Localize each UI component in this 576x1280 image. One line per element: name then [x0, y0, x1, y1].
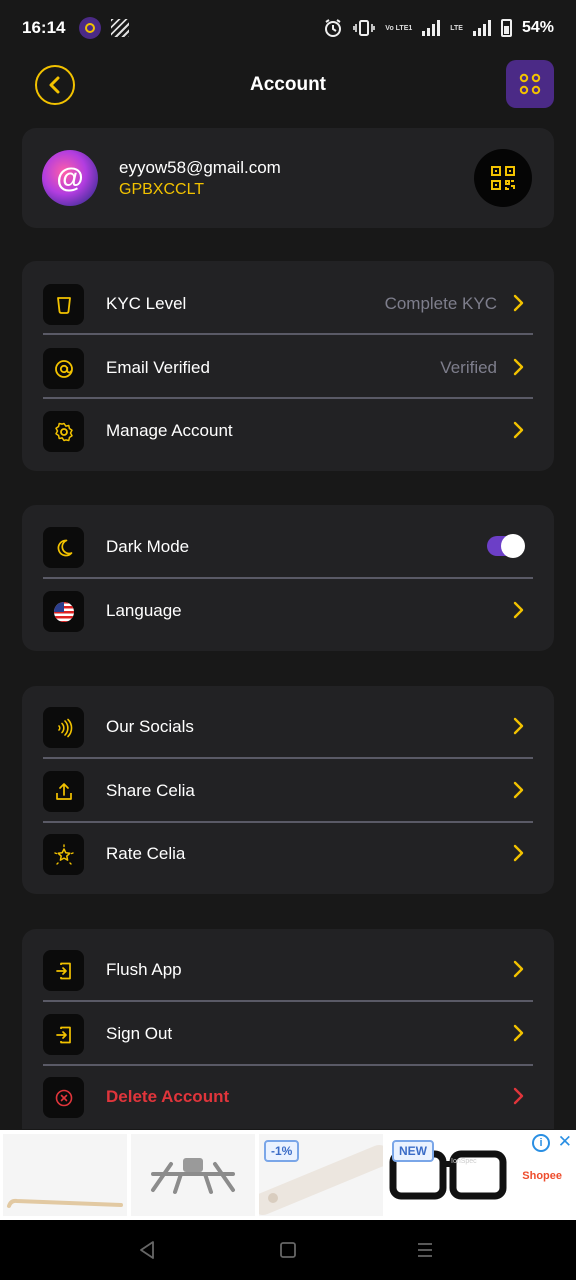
- kyc-level-label: KYC Level: [106, 294, 187, 313]
- signal-icon-2: [472, 20, 491, 36]
- x-circle-icon: [43, 1077, 84, 1118]
- chevron-right-icon: [513, 781, 524, 799]
- at-sign-icon: [43, 348, 84, 389]
- divider: [43, 333, 533, 335]
- share-celia-row[interactable]: Share Celia: [43, 759, 533, 823]
- app-notification-icon: [79, 17, 102, 39]
- toggle-knob: [501, 534, 525, 558]
- chevron-right-icon: [513, 421, 524, 439]
- chevron-right-icon: [513, 717, 524, 735]
- lte-label: LTE: [450, 24, 463, 32]
- qr-code-button[interactable]: [474, 149, 532, 207]
- sign-out-label: Sign Out: [106, 1024, 173, 1043]
- ad-product-tile[interactable]: -1%: [259, 1134, 383, 1216]
- page-title: Account: [250, 74, 326, 95]
- sound-waves-icon: [43, 707, 84, 748]
- chevron-right-icon: [513, 601, 524, 619]
- dark-mode-row: Dark Mode: [43, 515, 533, 579]
- menu-button[interactable]: [506, 60, 554, 108]
- delete-account-row[interactable]: Delete Account: [43, 1065, 533, 1129]
- delete-account-label: Delete Account: [106, 1087, 230, 1106]
- status-bar: 16:14 Vo LTE1 LTE 54%: [0, 0, 576, 56]
- rate-celia-row[interactable]: Rate Celia: [43, 822, 533, 886]
- rate-celia-label: Rate Celia: [106, 844, 186, 863]
- vibrate-icon: [353, 19, 376, 37]
- profile-card: @ eyyow58@gmail.com GPBXCCLT: [22, 128, 554, 228]
- gear-icon: [43, 411, 84, 452]
- manage-account-label: Manage Account: [106, 421, 233, 440]
- email-verified-row[interactable]: Email Verified Verified: [43, 336, 533, 400]
- us-flag-icon: [43, 591, 84, 632]
- nav-back-icon[interactable]: [138, 1240, 156, 1260]
- email-verified-value: Verified: [440, 358, 497, 377]
- account-actions-card: Flush App Sign Out Delete Account: [22, 929, 554, 1129]
- email-verified-label: Email Verified: [106, 358, 210, 377]
- ad-product-tile[interactable]: NEW IonSpec: [387, 1134, 511, 1216]
- profile-uid[interactable]: GPBXCCLT: [119, 181, 204, 199]
- exit-icon: [43, 950, 84, 991]
- battery-percent: 54%: [521, 19, 554, 36]
- dark-mode-toggle[interactable]: [487, 534, 525, 558]
- shield-icon: [43, 284, 84, 325]
- share-icon: [43, 771, 84, 812]
- ad-brand: Shopee: [522, 1170, 562, 1182]
- system-nav-bar: [0, 1220, 576, 1280]
- kyc-level-value: Complete KYC: [384, 294, 497, 313]
- dark-mode-label: Dark Mode: [106, 537, 190, 556]
- qr-code-icon: [491, 166, 515, 190]
- star-icon: [43, 834, 84, 875]
- alarm-icon: [323, 18, 343, 38]
- new-badge: NEW: [392, 1140, 434, 1162]
- profile-email: eyyow58@gmail.com: [119, 158, 281, 177]
- chevron-right-icon: [513, 1087, 524, 1105]
- moon-icon: [43, 527, 84, 568]
- ad-info-icon[interactable]: i: [532, 1134, 550, 1152]
- language-label: Language: [106, 601, 182, 620]
- volte-label: Vo LTE1: [385, 24, 413, 32]
- discount-badge: -1%: [264, 1140, 300, 1162]
- nav-recents-icon[interactable]: [416, 1240, 434, 1260]
- chevron-right-icon: [513, 1024, 524, 1042]
- sign-out-row[interactable]: Sign Out: [43, 1002, 533, 1066]
- status-time: 16:14: [22, 18, 66, 37]
- language-row[interactable]: Language: [43, 579, 533, 643]
- grid-dots-icon: [519, 73, 541, 95]
- ad-product-tile[interactable]: [131, 1134, 255, 1216]
- app-header: Account: [0, 58, 576, 112]
- flush-app-label: Flush App: [106, 960, 182, 979]
- preferences-card: Dark Mode Language: [22, 505, 554, 651]
- ad-tile-caption: IonSpec: [451, 1158, 477, 1165]
- no-sim-icon: [111, 19, 130, 37]
- verification-card: KYC Level Complete KYC Email Verified Ve…: [22, 261, 554, 471]
- kyc-level-row[interactable]: KYC Level Complete KYC: [43, 272, 533, 336]
- our-socials-row[interactable]: Our Socials: [43, 695, 533, 759]
- chevron-right-icon: [513, 358, 524, 376]
- nav-home-icon[interactable]: [279, 1240, 297, 1260]
- manage-account-row[interactable]: Manage Account: [43, 399, 533, 463]
- chevron-right-icon: [513, 844, 524, 862]
- flush-app-row[interactable]: Flush App: [43, 938, 533, 1002]
- ad-close-icon[interactable]: ✕: [558, 1132, 572, 1152]
- battery-icon: [500, 19, 512, 37]
- share-celia-label: Share Celia: [106, 781, 195, 800]
- signal-icon: [422, 20, 441, 36]
- status-icons: Vo LTE1 LTE 54%: [323, 18, 554, 38]
- our-socials-label: Our Socials: [106, 717, 194, 736]
- social-card: Our Socials Share Celia Rate Celia: [22, 686, 554, 894]
- avatar: @: [42, 150, 98, 206]
- exit-icon: [43, 1014, 84, 1055]
- chevron-right-icon: [513, 960, 524, 978]
- chevron-right-icon: [513, 294, 524, 312]
- ad-product-tile[interactable]: [3, 1134, 127, 1216]
- ad-banner[interactable]: -1% NEW IonSpec i ✕ Shopee: [0, 1130, 576, 1220]
